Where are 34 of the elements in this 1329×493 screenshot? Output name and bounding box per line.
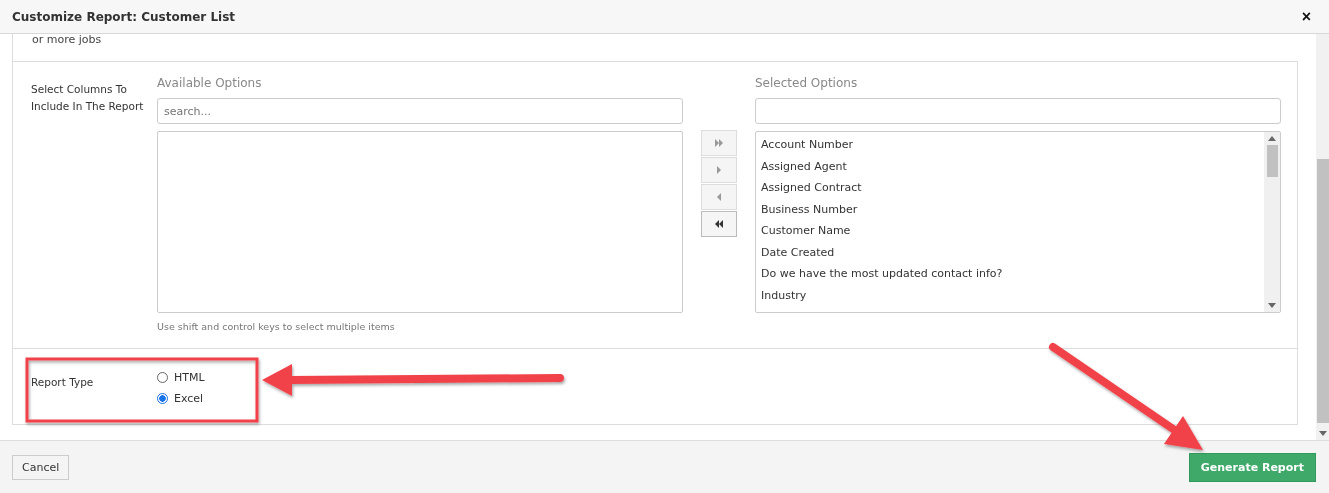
scroll-down-icon[interactable] <box>1268 303 1276 308</box>
radio-option[interactable]: HTML <box>157 369 205 386</box>
list-option[interactable]: Assigned Contract <box>761 177 1259 199</box>
list-option[interactable]: Industry <box>761 284 1259 306</box>
triangle-right-icon <box>714 166 724 174</box>
list-option[interactable]: Do we have the most updated contact info? <box>761 263 1259 285</box>
scroll-thumb[interactable] <box>1316 159 1329 423</box>
list-option[interactable]: Assigned Agent <box>761 155 1259 177</box>
search-field[interactable]: search... <box>157 98 683 124</box>
list-heading: Available Options <box>157 76 263 92</box>
available-list[interactable] <box>157 131 683 313</box>
move-button[interactable] <box>701 211 737 237</box>
dialog-title: Customize Report: Customer List <box>12 9 236 24</box>
radio-option[interactable]: Excel <box>157 390 205 407</box>
field-label: Report Type <box>31 375 95 390</box>
filter-field[interactable] <box>755 98 1281 124</box>
double-triangle-left-icon <box>714 220 724 228</box>
list-option[interactable]: Business Number <box>761 198 1259 220</box>
list-option[interactable]: Customer Name <box>761 220 1259 242</box>
cancel-button[interactable]: Cancel <box>12 454 70 480</box>
field-label: Select Columns To Include In The Report <box>31 82 145 114</box>
list-scrollbar[interactable] <box>1264 132 1280 312</box>
radio-button[interactable] <box>157 393 168 404</box>
selected-list[interactable]: Account Number Assigned Agent Assigned Contract Business Number Customer Name Date Created Do we have the most updated contact info? Industry <box>755 131 1281 313</box>
scroll-thumb[interactable] <box>1266 145 1278 177</box>
list-option[interactable]: Account Number <box>761 134 1259 156</box>
hint-text: Use shift and control keys to select multiple items <box>157 321 396 332</box>
close-button[interactable]: × <box>1295 7 1317 26</box>
double-triangle-right-icon <box>714 139 724 147</box>
radio-button[interactable] <box>157 372 168 383</box>
list-heading: Selected Options <box>755 76 859 92</box>
list-option[interactable]: Date Created <box>761 241 1259 263</box>
page-scrollbar[interactable] <box>1316 34 1329 440</box>
description-text: or more jobs <box>12 34 1298 61</box>
